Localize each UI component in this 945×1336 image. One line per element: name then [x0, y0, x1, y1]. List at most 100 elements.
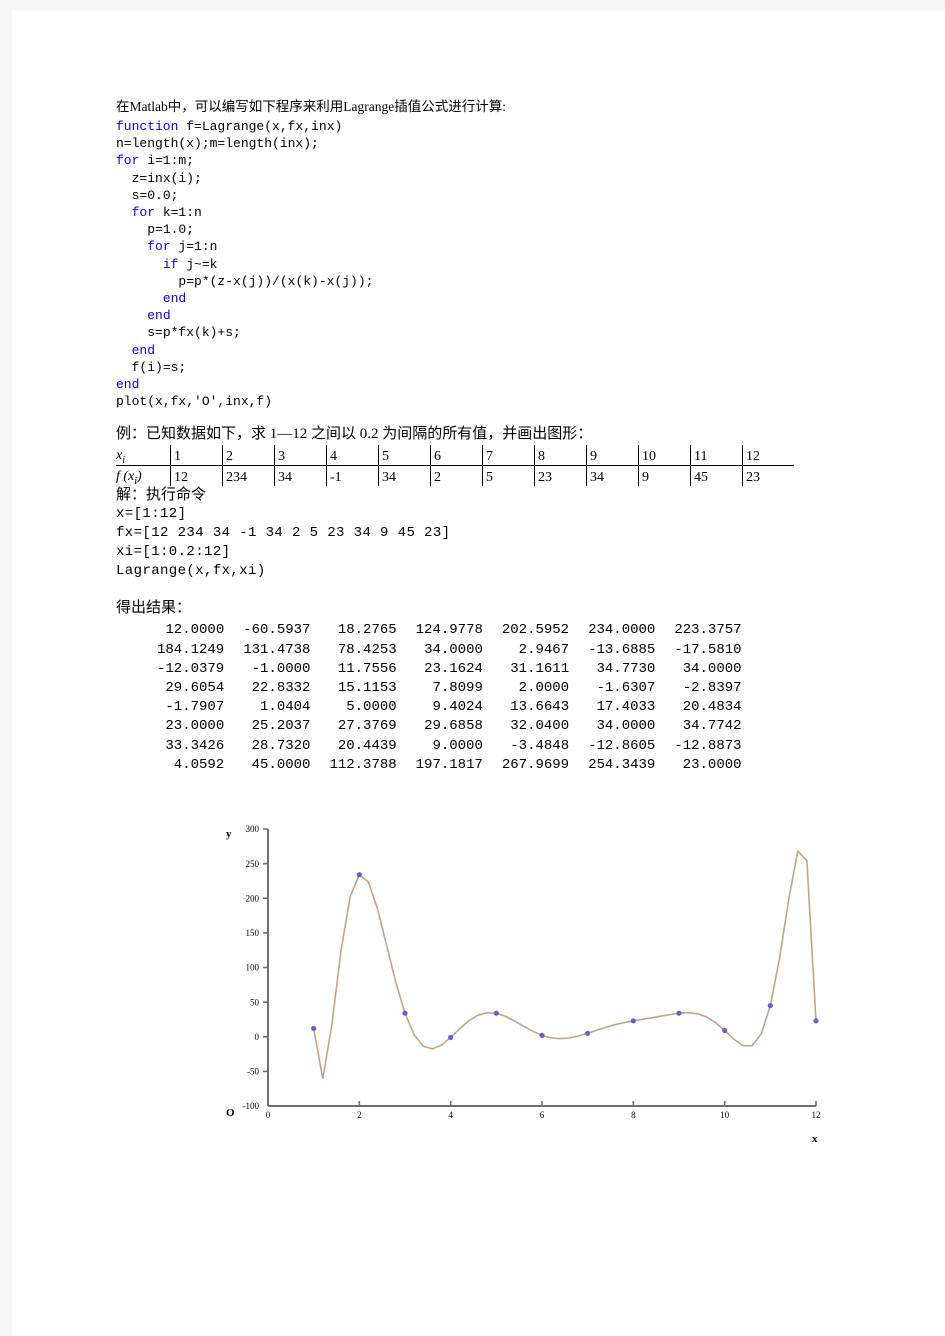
origin-label: O	[226, 1107, 235, 1119]
y-axis-label: y	[226, 828, 232, 840]
matrix-cell: 124.9778	[415, 622, 483, 639]
matrix-cell: 1.0404	[260, 699, 311, 716]
command-line: Lagrange(x,fx,xi)	[116, 563, 266, 580]
data-point-marker	[356, 872, 362, 878]
y-tick-label: 250	[246, 859, 260, 869]
matrix-cell: 29.6054	[165, 680, 225, 697]
command-list: x=[1:12] fx=[12 234 34 -1 34 2 5 23 34 9 …	[116, 505, 876, 581]
x-tick-label: 4	[448, 1110, 453, 1120]
code-text: s=p*fx(k)+s;	[147, 325, 241, 341]
table-cell-x: 1	[170, 445, 223, 467]
data-point-marker	[585, 1030, 591, 1036]
matrix-cell: 22.8332	[251, 680, 311, 697]
matrix-cell: 202.5952	[501, 622, 570, 639]
table-cell-f: -1	[326, 465, 379, 487]
matrix-cell: 23.0000	[682, 756, 742, 773]
matrix-cell: 2.9467	[518, 641, 570, 658]
intro-paragraph: 在Matlab中，可以编写如下程序来利用Lagrange插值公式进行计算:	[116, 99, 506, 114]
code-line: p=1.0;	[116, 221, 876, 238]
x-axis-label: x	[812, 1133, 818, 1145]
matrix-cell: -1.0000	[251, 660, 311, 677]
matrix-cell: -12.8873	[674, 737, 742, 754]
matrix-cell: 32.0400	[510, 718, 570, 735]
code-text: j~=k	[178, 256, 218, 272]
lagrange-plot: -100 -50 0 50 100 150 200 250 300 0 2 4 6 8 10 12 y x O	[226, 824, 821, 1145]
table-cell-f: 45	[690, 465, 743, 487]
matrix-cell: 9.4024	[432, 699, 483, 716]
row-header-f-close: )	[137, 468, 142, 484]
code-text: p=1.0;	[147, 222, 195, 238]
matrix-row: 4.0592 45.0000 112.3788 197.1817 267.9699 254…	[138, 756, 742, 775]
code-line: end	[116, 376, 876, 393]
y-tick-label: -50	[247, 1067, 259, 1077]
document-content: 在Matlab中，可以编写如下程序来利用Lagrange插值公式进行计算: fu…	[116, 98, 876, 1151]
data-point-marker	[539, 1032, 545, 1039]
table-cell-x: 10	[638, 445, 691, 467]
y-tick-label: 200	[246, 894, 260, 904]
matrix-cell: 45.0000	[251, 756, 311, 773]
code-line: end	[116, 342, 876, 359]
data-point-marker	[448, 1034, 454, 1041]
table-cell-f: 12	[170, 465, 223, 487]
x-tick-label: 12	[812, 1110, 821, 1120]
code-keyword: if	[162, 256, 179, 272]
table-cell-x: 8	[534, 445, 587, 467]
code-line: s=p*fx(k)+s;	[116, 324, 876, 341]
code-keyword: end	[147, 308, 171, 324]
table-cell-x: 3	[274, 445, 327, 467]
y-tick-label: -100	[243, 1101, 260, 1111]
matrix-cell: 27.3769	[337, 718, 397, 735]
table-cell-f: 23	[534, 465, 587, 487]
example-prompt: 例：已知数据如下，求 1—12 之间以 0.2 为间隔的所有值，并画出图形：	[116, 426, 593, 443]
matrix-cell: 267.9699	[501, 756, 570, 773]
matrix-cell: -12.0379	[157, 660, 225, 677]
x-tick-label: 8	[631, 1110, 636, 1120]
matrix-cell: 223.3757	[674, 622, 742, 639]
matrix-cell: 254.3439	[588, 756, 656, 773]
matrix-cell: 112.3788	[329, 756, 397, 773]
table-cell-x: 4	[326, 445, 379, 467]
matrix-cell: 197.1817	[415, 756, 483, 773]
code-text: plot(x,fx,'O',inx,f)	[116, 394, 273, 410]
document-page: 在Matlab中，可以编写如下程序来利用Lagrange插值公式进行计算: fu…	[12, 10, 945, 1336]
interpolation-curve	[312, 849, 817, 1079]
matrix-row: -1.7907 1.0404 5.0000 9.4024 13.6643 17.4033 2…	[138, 698, 742, 717]
x-tick-label: 10	[720, 1110, 730, 1120]
table-cell-x: 5	[378, 445, 431, 467]
table-row-x: xi 1 2 3 4 5 6 7 8 9 10 11 12	[116, 445, 794, 467]
matrix-cell: 23.0000	[165, 718, 225, 735]
table-cell-f: 34	[378, 465, 431, 487]
data-point-marker	[767, 1003, 773, 1009]
code-text: n=length(x);m=length(inx);	[116, 136, 319, 152]
row-header-f-label: f (x	[116, 468, 135, 484]
matrix-row: 12.0000 -60.5937 18.2765 124.9778 202.5952 23…	[138, 621, 742, 640]
matrix-row: 33.3426 28.7320 20.4439 9.0000 -3.4848 -12.86…	[138, 737, 742, 756]
matrix-cell: -3.4848	[510, 737, 570, 754]
matrix-cell: 5.0000	[346, 699, 397, 716]
table-cell-x: 11	[690, 445, 743, 467]
table-row-f: f (xi) 12 234 34 -1 34 2 5 23 34 9 45 23	[116, 465, 794, 487]
matrix-cell: 20.4834	[682, 699, 742, 716]
matrix-cell: 234.0000	[588, 622, 656, 639]
matrix-cell: 34.0000	[682, 660, 742, 677]
data-table: xi 1 2 3 4 5 6 7 8 9 10 11 12 f (xi) 12 234 34 -1 34 2 5 2…	[116, 445, 794, 487]
y-tick-label: 50	[250, 997, 260, 1007]
code-text: z=inx(i);	[131, 170, 202, 186]
data-point-marker	[402, 1010, 408, 1016]
y-tick-label: 100	[246, 963, 260, 973]
y-tick-label: 150	[246, 928, 260, 938]
matrix-cell: 33.3426	[165, 737, 225, 754]
matrix-cell: 7.8099	[432, 680, 483, 697]
y-tick-label: 300	[246, 824, 260, 834]
results-matrix: 12.0000 -60.5937 18.2765 124.9778 202.5952 23…	[138, 621, 742, 775]
code-keyword: for	[131, 205, 156, 221]
code-line: p=p*(z-x(j))/(x(k)-x(j));	[116, 273, 876, 290]
x-tick-label: 2	[357, 1110, 362, 1120]
code-line: s=0.0;	[116, 187, 876, 204]
code-text: f(i)=s;	[131, 359, 187, 375]
table-cell-f: 2	[430, 465, 483, 487]
data-point-marker	[493, 1010, 499, 1016]
table-cell-x: 12	[742, 445, 794, 467]
code-line: f(i)=s;	[116, 359, 876, 376]
matrix-cell: 34.0000	[596, 718, 656, 735]
